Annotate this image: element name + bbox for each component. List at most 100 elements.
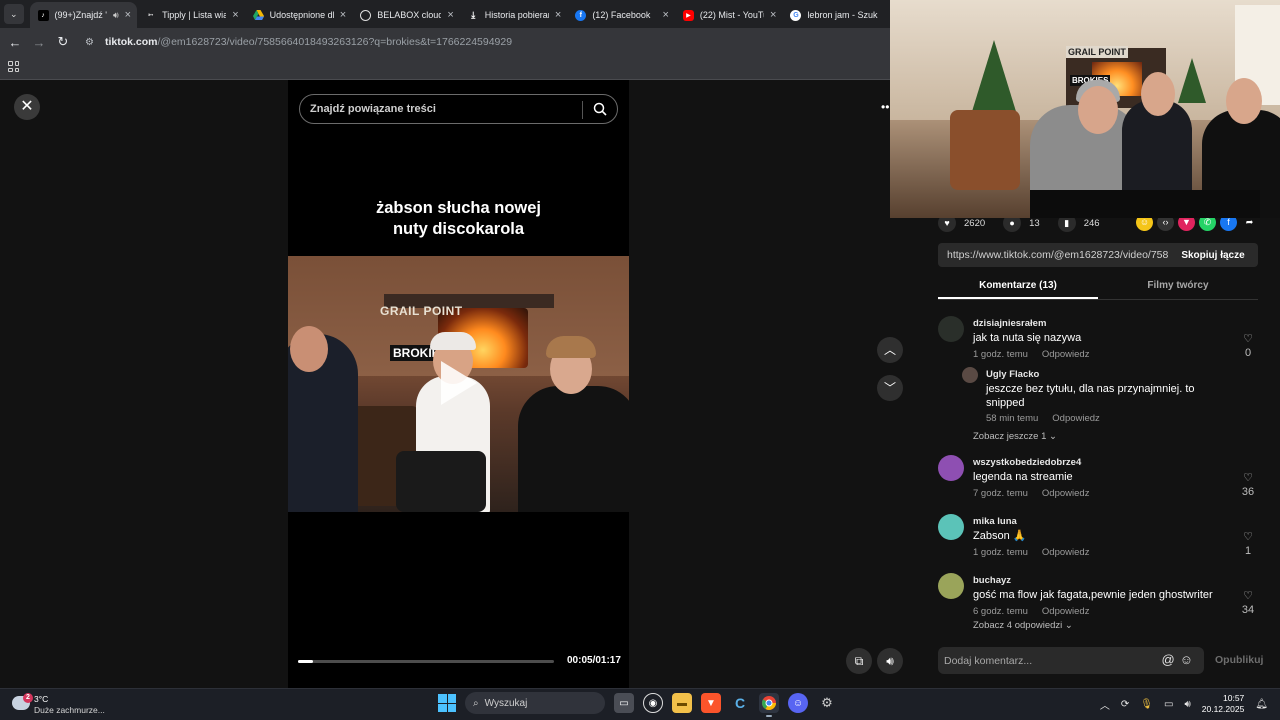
close-tab-icon[interactable]: × bbox=[125, 9, 131, 21]
forward-arrow-icon[interactable]: → bbox=[27, 35, 51, 50]
tab-youtube[interactable]: ▶ (22) Mist - YouTub × bbox=[675, 2, 783, 28]
heart-outline-icon[interactable]: ♡ bbox=[1243, 590, 1253, 602]
tab-creator-videos[interactable]: Filmy twórcy bbox=[1098, 276, 1258, 299]
tab-belabox[interactable]: BELABOX cloud × bbox=[352, 2, 460, 28]
heart-outline-icon[interactable]: ♡ bbox=[1243, 531, 1253, 543]
notification-bell-icon[interactable]: 🔔︎ bbox=[1255, 699, 1268, 710]
reload-icon[interactable]: ↻ bbox=[51, 34, 75, 50]
brave-icon[interactable]: ▼ bbox=[701, 693, 721, 713]
heart-outline-icon[interactable]: ♡ bbox=[1243, 333, 1253, 345]
comment-input[interactable]: Dodaj komentarz... @☺ bbox=[938, 647, 1204, 674]
google-drive-icon bbox=[252, 10, 264, 21]
reply-button[interactable]: Odpowiedz bbox=[1042, 606, 1090, 617]
ccleaner-icon[interactable]: C bbox=[730, 693, 750, 713]
avatar[interactable] bbox=[938, 455, 964, 481]
notification-badge: 2 bbox=[23, 693, 33, 703]
tab-strip: ⌄ ♪ (99+)Znajdź '... 🔊︎ × ➳ Tipply | Lis… bbox=[0, 0, 890, 28]
video-link-field[interactable]: https://www.tiktok.com/@em1628723/video/… bbox=[938, 249, 1168, 261]
tab-google[interactable]: G lebron jam - Szuk bbox=[782, 2, 890, 28]
close-tab-icon[interactable]: × bbox=[555, 9, 561, 21]
divider bbox=[582, 101, 583, 119]
close-tab-icon[interactable]: × bbox=[447, 9, 453, 21]
tab-downloads[interactable]: ⤓ Historia pobieran × bbox=[460, 2, 568, 28]
tab-search-button[interactable]: ⌄ bbox=[4, 4, 24, 24]
heart-outline-icon[interactable]: ♡ bbox=[1243, 472, 1253, 484]
discord-icon[interactable]: ☺ bbox=[788, 693, 808, 713]
reply-button[interactable]: Odpowiedz bbox=[1042, 349, 1090, 360]
tab-drive[interactable]: Udostępnione dla × bbox=[245, 2, 353, 28]
comment-time: 6 godz. temu bbox=[973, 606, 1028, 617]
reply-button[interactable]: Odpowiedz bbox=[1042, 488, 1090, 499]
publish-button[interactable]: Opublikuj bbox=[1215, 654, 1263, 666]
close-tab-icon[interactable]: × bbox=[770, 9, 776, 21]
settings-gear-icon[interactable]: ⚙ bbox=[817, 693, 837, 713]
comment-like[interactable]: ♡ 36 bbox=[1238, 471, 1258, 498]
comment-like[interactable]: ♡ 1 bbox=[1238, 530, 1258, 557]
microphone-icon[interactable]: 🎙︎ bbox=[1140, 699, 1153, 710]
see-more-replies[interactable]: Zobacz jeszcze 1 ⌄ bbox=[973, 431, 1057, 442]
comment-username[interactable]: mika luna bbox=[973, 516, 1017, 527]
tab-title: BELABOX cloud bbox=[377, 10, 442, 20]
site-info-icon[interactable]: ⚙ bbox=[85, 37, 99, 48]
search-placeholder: Znajdź powiązane treści bbox=[310, 103, 436, 115]
avatar[interactable] bbox=[938, 316, 964, 342]
previous-video-button[interactable]: ︿ bbox=[877, 337, 903, 363]
caption-line: żabson słucha nowej bbox=[375, 199, 542, 217]
avatar[interactable] bbox=[962, 367, 978, 383]
chevron-up-icon[interactable]: ︿ bbox=[1100, 697, 1110, 712]
more-options-icon[interactable]: •• bbox=[881, 100, 889, 114]
picture-in-picture-icon[interactable]: ⧉ bbox=[846, 648, 872, 674]
tab-facebook[interactable]: f (12) Facebook × bbox=[567, 2, 675, 28]
progress-bar[interactable] bbox=[298, 660, 554, 663]
comment-like[interactable]: ♡ 34 bbox=[1238, 589, 1258, 616]
back-arrow-icon[interactable]: ← bbox=[3, 35, 27, 50]
address-field[interactable]: ⚙ tiktok.com/@em1628723/video/7585664018… bbox=[85, 31, 890, 53]
comment-username[interactable]: wszystkobedziedobrze4 bbox=[973, 457, 1081, 468]
youtube-icon: ▶ bbox=[682, 9, 694, 21]
tab-tipply[interactable]: ➳ Tipply | Lista wiad × bbox=[137, 2, 245, 28]
obs-icon[interactable]: ◉ bbox=[643, 693, 663, 713]
video-frame[interactable]: GRAIL POINT BROKIES bbox=[288, 256, 629, 512]
taskbar-search[interactable]: ⌕ Wyszukaj bbox=[465, 692, 605, 714]
search-icon[interactable] bbox=[593, 102, 607, 116]
copy-link-button[interactable]: Skopiuj łącze bbox=[1168, 250, 1258, 261]
close-tab-icon[interactable]: × bbox=[662, 9, 668, 21]
close-video-button[interactable]: ✕ bbox=[14, 94, 40, 120]
comment-username[interactable]: Ugly Flacko bbox=[986, 369, 1039, 380]
volume-icon[interactable]: 🔊︎ bbox=[877, 648, 903, 674]
weather-widget[interactable]: 2 3°C Duże zachmurze... bbox=[12, 693, 132, 717]
avatar[interactable] bbox=[938, 573, 964, 599]
saves-count: 246 bbox=[1083, 217, 1100, 229]
apps-grid-icon[interactable] bbox=[8, 61, 19, 72]
reply-button[interactable]: Odpowiedz bbox=[1042, 547, 1090, 558]
clock[interactable]: 10:57 20.12.2025 bbox=[1202, 693, 1245, 715]
close-tab-icon[interactable]: × bbox=[232, 9, 238, 21]
start-icon[interactable] bbox=[438, 694, 456, 712]
tab-comments[interactable]: Komentarze (13) bbox=[938, 276, 1098, 299]
chrome-icon[interactable] bbox=[759, 693, 779, 717]
close-tab-icon[interactable]: × bbox=[340, 9, 346, 21]
christmas-tree-small bbox=[1178, 58, 1206, 103]
see-more-replies[interactable]: Zobacz 4 odpowiedzi ⌄ bbox=[973, 620, 1073, 630]
playback-time: 00:05/01:17 bbox=[567, 655, 621, 666]
comment-username[interactable]: dzisiajniesrałem bbox=[973, 318, 1046, 329]
comment-meta: 1 godz. temu Odpowiedz bbox=[973, 349, 1089, 360]
related-search-input[interactable]: Znajdź powiązane treści bbox=[299, 94, 618, 124]
bookmarks-bar bbox=[0, 56, 890, 80]
comment-like[interactable]: ♡ 0 bbox=[1238, 332, 1258, 359]
tab-tiktok[interactable]: ♪ (99+)Znajdź '... 🔊︎ × bbox=[29, 2, 138, 28]
avatar[interactable] bbox=[938, 514, 964, 540]
next-video-button[interactable]: ﹀ bbox=[877, 375, 903, 401]
mention-emoji-icons[interactable]: @☺ bbox=[1162, 652, 1198, 667]
task-view-icon[interactable]: ▭ bbox=[614, 693, 634, 713]
progress-fill bbox=[298, 660, 314, 663]
comment-username[interactable]: buchayz bbox=[973, 575, 1011, 586]
speaker-icon[interactable]: 🔊︎ bbox=[113, 10, 119, 21]
volume-icon[interactable]: 🔊︎ bbox=[1184, 699, 1190, 710]
sync-icon[interactable]: ⟳ bbox=[1121, 699, 1129, 710]
video-player[interactable]: Znajdź powiązane treści żabson słucha no… bbox=[288, 80, 629, 688]
file-explorer-icon[interactable]: ▬ bbox=[672, 693, 692, 713]
play-icon[interactable] bbox=[441, 361, 477, 405]
reply-button[interactable]: Odpowiedz bbox=[1052, 413, 1100, 424]
network-icon[interactable]: ▭ bbox=[1164, 699, 1173, 710]
